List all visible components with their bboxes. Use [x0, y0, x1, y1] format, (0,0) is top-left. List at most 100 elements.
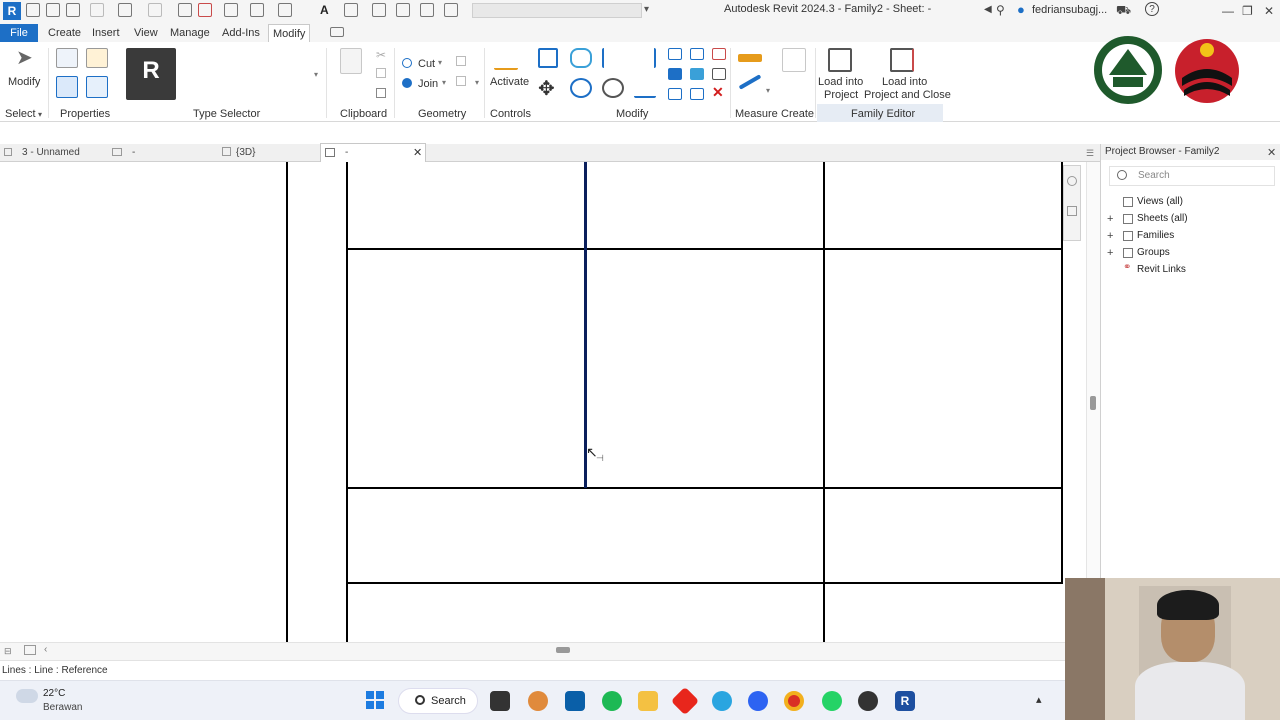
customize-qat-icon[interactable]: ▾: [644, 4, 649, 15]
join-geometry-icon[interactable]: [402, 78, 412, 88]
selected-reference-line[interactable]: [584, 162, 587, 488]
tab-menu-icon[interactable]: ☰: [1086, 148, 1094, 159]
cut-label[interactable]: Cut: [418, 58, 435, 70]
select-panel-label[interactable]: Select: [5, 108, 36, 120]
scale-icon[interactable]: ⊟: [4, 646, 12, 657]
restore-icon[interactable]: ❐: [1242, 4, 1253, 18]
load-into-project-close-icon[interactable]: [890, 48, 914, 72]
3d-view-icon[interactable]: [344, 3, 358, 17]
autocad-icon[interactable]: [670, 686, 700, 716]
vertical-line[interactable]: [286, 162, 288, 642]
cut-dropdown-icon[interactable]: ▾: [438, 58, 442, 67]
pin-icon[interactable]: [712, 48, 726, 60]
load-into-project-line2[interactable]: Project: [824, 89, 858, 101]
view-tab-3d[interactable]: {3D}: [236, 147, 255, 158]
scale-icon[interactable]: [690, 68, 704, 80]
cart-icon[interactable]: ⛟: [1116, 3, 1131, 19]
rotate-icon[interactable]: [602, 78, 624, 98]
scroll-left-icon[interactable]: ‹: [44, 644, 47, 655]
store-icon[interactable]: [565, 691, 585, 711]
file-explorer-icon[interactable]: [638, 691, 658, 711]
paint-icon[interactable]: [456, 76, 466, 86]
type-selector-image[interactable]: R: [126, 48, 176, 100]
vertical-line[interactable]: [823, 162, 825, 642]
vertical-line[interactable]: [346, 162, 348, 642]
detail-level-icon[interactable]: [24, 645, 36, 655]
array-icon[interactable]: [668, 68, 682, 80]
load-close-line2[interactable]: Project and Close: [864, 89, 951, 101]
trim-extend-icon[interactable]: [668, 88, 682, 100]
expand-icon[interactable]: +: [1107, 230, 1113, 242]
browser-item-families[interactable]: Families: [1137, 230, 1174, 241]
browser-item-sheets[interactable]: Sheets (all): [1137, 213, 1188, 224]
redo-icon[interactable]: [148, 3, 162, 17]
measure-dropdown-icon[interactable]: ▾: [766, 86, 770, 95]
measure-icon[interactable]: [224, 3, 238, 17]
navigation-bar[interactable]: [1063, 165, 1081, 241]
trim-icon[interactable]: [634, 78, 656, 98]
text-icon[interactable]: A: [320, 3, 334, 17]
copy-icon[interactable]: [376, 68, 386, 78]
horizontal-line[interactable]: [346, 582, 1063, 584]
tab-view[interactable]: View: [130, 24, 162, 42]
paint-dropdown-icon[interactable]: ▾: [475, 78, 479, 87]
edge-icon[interactable]: [712, 691, 732, 711]
properties-icon[interactable]: [56, 48, 78, 68]
horizontal-line[interactable]: [346, 487, 1063, 489]
search-arrow-icon[interactable]: ◀: [984, 4, 992, 15]
weather-icon[interactable]: [16, 689, 38, 703]
mirror-axis-icon[interactable]: [602, 48, 624, 68]
help-icon[interactable]: ?: [1145, 2, 1159, 16]
activate-label[interactable]: Activate: [490, 76, 529, 88]
app-icon[interactable]: [858, 691, 878, 711]
print-preview-icon[interactable]: [198, 3, 212, 17]
load-into-project-line1[interactable]: Load into: [818, 76, 863, 88]
zoom-app-icon[interactable]: [748, 691, 768, 711]
browser-item-views[interactable]: Views (all): [1137, 196, 1183, 207]
delete-icon[interactable]: ✕: [712, 84, 724, 101]
sync-icon[interactable]: [90, 3, 104, 17]
tray-chevron-icon[interactable]: ▴: [1036, 693, 1042, 706]
tab-insert[interactable]: Insert: [88, 24, 124, 42]
chrome-icon[interactable]: [784, 691, 804, 711]
cursor-arrow-icon[interactable]: ➤: [16, 48, 33, 68]
tab-create[interactable]: Create: [44, 24, 85, 42]
copilot-icon[interactable]: [528, 691, 548, 711]
undo-icon[interactable]: [118, 3, 132, 17]
thin-lines-icon[interactable]: [444, 3, 458, 17]
tag-icon[interactable]: [278, 3, 292, 17]
paste-icon[interactable]: [340, 48, 362, 74]
aligned-dimension-icon[interactable]: [738, 54, 762, 62]
modify-tool-label[interactable]: Modify: [8, 76, 40, 88]
move-icon[interactable]: ✥: [538, 76, 555, 101]
tab-file[interactable]: File: [0, 24, 38, 42]
task-view-icon[interactable]: [490, 691, 510, 711]
minimize-icon[interactable]: —: [1222, 4, 1234, 18]
browser-search-input[interactable]: Search: [1109, 166, 1275, 186]
mirror-draw-icon[interactable]: [634, 48, 656, 68]
type-selector-dropdown-icon[interactable]: ▾: [314, 70, 318, 79]
windows-start-icon[interactable]: [366, 691, 384, 709]
cut-geometry-icon[interactable]: [402, 58, 412, 68]
load-into-project-icon[interactable]: [828, 48, 852, 72]
open-icon[interactable]: [26, 3, 40, 17]
family-category-icon[interactable]: [56, 76, 78, 98]
cut-scissors-icon[interactable]: ✂: [376, 48, 386, 62]
select-dropdown-icon[interactable]: ▾: [38, 110, 42, 119]
open-folder-icon[interactable]: [46, 3, 60, 17]
vertical-scroll-thumb[interactable]: [1090, 396, 1096, 410]
join-dropdown-icon[interactable]: ▾: [442, 78, 446, 87]
tab-add-ins[interactable]: Add-Ins: [218, 24, 264, 42]
zoom-icon[interactable]: [1067, 206, 1077, 216]
close-browser-icon[interactable]: ✕: [1267, 146, 1276, 159]
weather-temp[interactable]: 22°C: [43, 688, 65, 699]
panel-toggle-icon[interactable]: [330, 27, 344, 37]
user-icon[interactable]: ●: [1017, 2, 1025, 17]
switch-windows-icon[interactable]: [396, 3, 410, 17]
create-similar-icon[interactable]: [782, 48, 806, 72]
match-properties-icon[interactable]: [376, 88, 386, 98]
binoculars-icon[interactable]: ⚲: [996, 3, 1005, 17]
horizontal-scroll-thumb[interactable]: [556, 647, 570, 653]
qat-dropdown[interactable]: [472, 3, 642, 18]
steering-wheel-icon[interactable]: [1067, 176, 1077, 186]
